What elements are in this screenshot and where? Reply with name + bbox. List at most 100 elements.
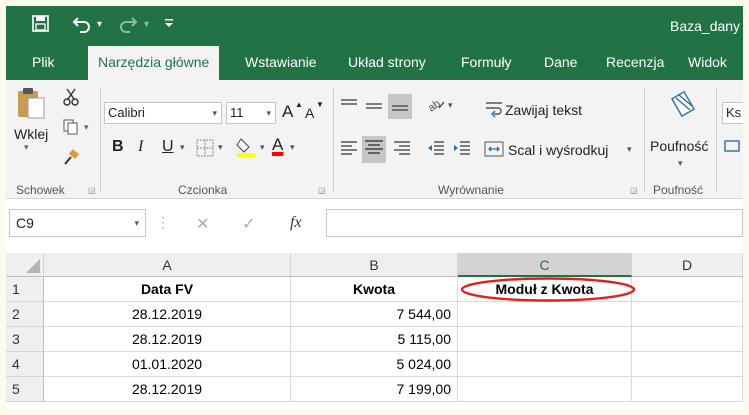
cell-b3[interactable]: 5 115,00 [291, 327, 458, 352]
align-center-icon[interactable] [362, 136, 386, 163]
merge-center-dropdown-icon[interactable]: ▾ [627, 144, 632, 155]
formula-input[interactable] [326, 209, 743, 237]
align-middle-icon[interactable] [364, 98, 384, 117]
row-header-3[interactable]: 3 [6, 327, 44, 352]
copy-dropdown-icon[interactable]: ▾ [84, 122, 89, 133]
format-painter-icon[interactable] [62, 148, 80, 169]
copy-icon[interactable] [62, 118, 80, 139]
title-bar: ▾ ▾ Baza_dany [6, 6, 743, 46]
tab-view[interactable]: Widok [688, 46, 727, 80]
align-left-icon[interactable] [339, 140, 359, 159]
increase-indent-icon[interactable] [452, 140, 472, 159]
row-header-4[interactable]: 4 [6, 352, 44, 377]
cell-d4[interactable] [632, 352, 743, 377]
sensitivity-group-label: Poufność [653, 183, 704, 197]
cancel-icon[interactable]: ✕ [196, 214, 209, 234]
tab-insert[interactable]: Wstawianie [245, 46, 317, 80]
cell-a3[interactable]: 28.12.2019 [44, 327, 291, 352]
font-name-box[interactable]: Calibri ▾ [104, 102, 222, 124]
cell-c2[interactable] [458, 302, 632, 327]
cut-icon[interactable] [62, 88, 80, 109]
cell-c5[interactable] [458, 377, 632, 402]
tab-review[interactable]: Recenzja [606, 46, 664, 80]
font-group-label: Czcionka [178, 183, 228, 197]
paste-button[interactable]: Wklej ▾ [14, 86, 54, 156]
cell-d5[interactable] [632, 377, 743, 402]
tab-page-layout[interactable]: Układ strony [348, 46, 426, 80]
paste-dropdown-icon[interactable]: ▾ [24, 142, 29, 153]
tab-formulas[interactable]: Formuły [461, 46, 512, 80]
cell-a5[interactable]: 28.12.2019 [44, 377, 291, 402]
styles-box[interactable]: Ks [722, 102, 743, 124]
select-all-corner[interactable] [6, 253, 44, 277]
undo-dropdown-icon[interactable]: ▾ [97, 15, 102, 35]
row-header-1[interactable]: 1 [6, 277, 44, 302]
align-right-icon[interactable] [392, 140, 412, 159]
cell-c3[interactable] [458, 327, 632, 352]
font-launcher-icon[interactable]: ◲ [318, 186, 326, 195]
insert-function-button[interactable]: fx [290, 214, 302, 232]
enter-icon[interactable]: ✓ [242, 214, 255, 234]
underline-dropdown-icon[interactable]: ▾ [180, 142, 185, 153]
decrease-indent-icon[interactable] [426, 140, 446, 159]
name-box-dropdown-icon[interactable]: ▾ [134, 210, 139, 236]
merge-center-icon[interactable] [484, 140, 504, 161]
cell-a2[interactable]: 28.12.2019 [44, 302, 291, 327]
save-icon[interactable] [32, 15, 49, 36]
orientation-dropdown-icon[interactable]: ▾ [448, 100, 453, 111]
cell-b2[interactable]: 7 544,00 [291, 302, 458, 327]
cell-b5[interactable]: 7 199,00 [291, 377, 458, 402]
shrink-font-button[interactable]: A [305, 105, 314, 121]
cell-a4[interactable]: 01.01.2020 [44, 352, 291, 377]
column-header-a[interactable]: A [44, 253, 291, 277]
fill-color-dropdown-icon[interactable]: ▾ [260, 142, 265, 153]
undo-icon[interactable] [72, 15, 92, 37]
font-size-dropdown-icon[interactable]: ▾ [266, 103, 271, 123]
merge-center-button[interactable]: Scal i wyśrodkuj [508, 142, 608, 158]
font-color-button[interactable]: A [272, 135, 283, 155]
tab-home[interactable]: Narzędzia główne [88, 46, 220, 80]
align-top-icon[interactable] [339, 98, 359, 117]
cell-d1[interactable] [632, 277, 743, 302]
bold-button[interactable]: B [112, 138, 124, 156]
fill-color-icon[interactable] [236, 136, 256, 161]
font-name-dropdown-icon[interactable]: ▾ [212, 103, 217, 123]
redo-dropdown-icon[interactable]: ▾ [144, 15, 149, 35]
column-header-b[interactable]: B [291, 253, 458, 277]
sensitivity-dropdown-icon[interactable]: ▾ [678, 158, 683, 169]
orientation-icon[interactable]: ab [426, 96, 446, 115]
font-size-box[interactable]: 11 ▾ [226, 102, 276, 124]
cell-b1[interactable]: Kwota [291, 277, 458, 302]
row-header-5[interactable]: 5 [6, 377, 44, 402]
redo-icon[interactable] [118, 15, 138, 37]
grow-font-caret-icon: ▲ [295, 100, 303, 109]
name-box[interactable]: C9 ▾ [9, 209, 146, 237]
clipboard-launcher-icon[interactable]: ◲ [88, 186, 96, 195]
sensitivity-icon[interactable] [670, 90, 698, 125]
font-color-dropdown-icon[interactable]: ▾ [290, 142, 295, 153]
cell-b4[interactable]: 5 024,00 [291, 352, 458, 377]
alignment-launcher-icon[interactable]: ◲ [630, 186, 638, 195]
paste-icon [18, 88, 45, 119]
column-header-c[interactable]: C [458, 253, 632, 277]
insert-cells-icon[interactable] [724, 138, 740, 157]
wrap-text-button[interactable]: Zawijaj tekst [505, 102, 582, 118]
wrap-text-icon[interactable] [484, 100, 504, 121]
italic-button[interactable]: I [138, 138, 143, 156]
cell-c4[interactable] [458, 352, 632, 377]
customize-quick-access-icon[interactable] [164, 15, 174, 35]
column-header-d[interactable]: D [632, 253, 743, 277]
grow-font-button[interactable]: A [282, 102, 293, 122]
paste-label: Wklej [14, 126, 49, 142]
cell-d3[interactable] [632, 327, 743, 352]
row-header-2[interactable]: 2 [6, 302, 44, 327]
align-bottom-icon[interactable] [388, 94, 412, 119]
borders-icon[interactable] [196, 139, 214, 160]
cell-d2[interactable] [632, 302, 743, 327]
underline-button[interactable]: U [162, 138, 174, 156]
cell-a1[interactable]: Data FV [44, 277, 291, 302]
tab-file[interactable]: Plik [32, 46, 55, 80]
sensitivity-button[interactable]: Poufność [650, 138, 708, 154]
borders-dropdown-icon[interactable]: ▾ [218, 142, 223, 153]
tab-data[interactable]: Dane [544, 46, 577, 80]
